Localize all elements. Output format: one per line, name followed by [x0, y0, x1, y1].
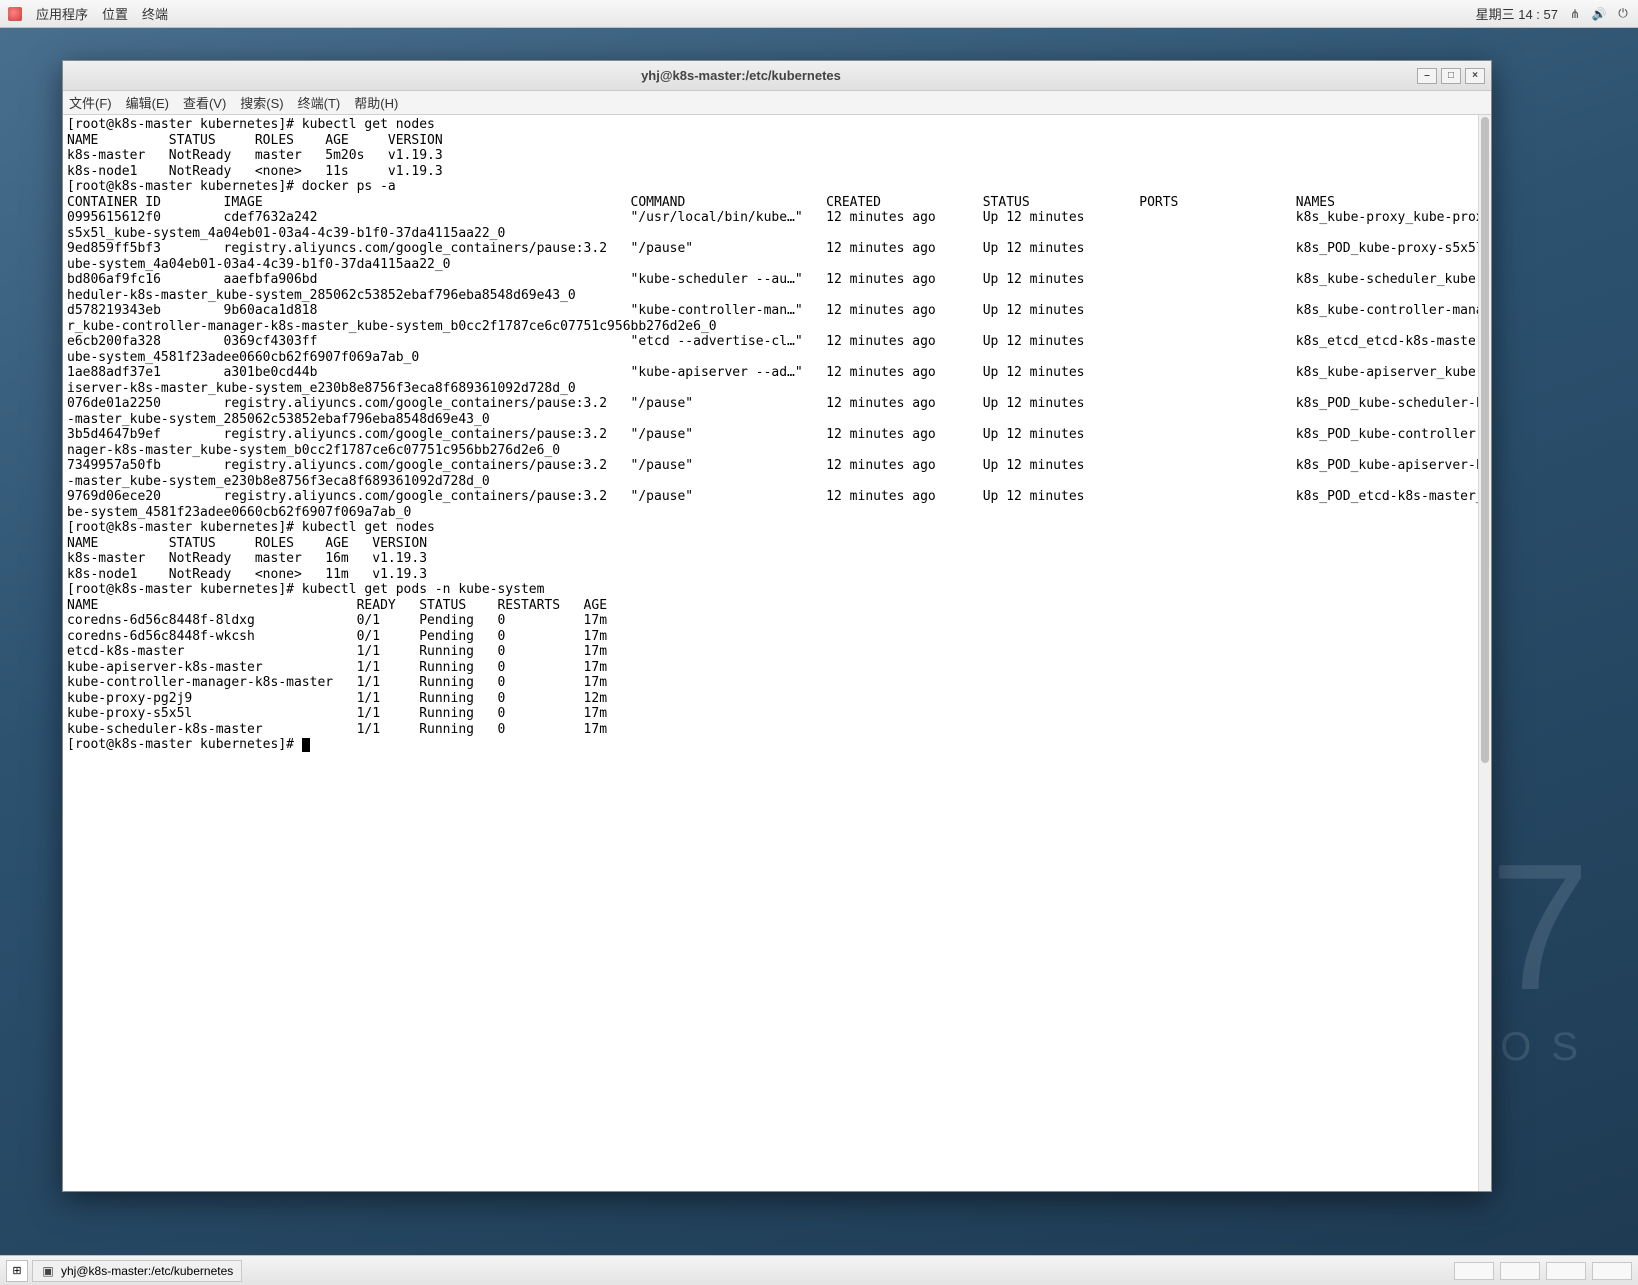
terminal-line: kube-proxy-s5x5l 1/1 Running 0 17m	[67, 706, 1487, 722]
terminal-line: iserver-k8s-master_kube-system_e230b8e87…	[67, 381, 1487, 397]
menubar: 文件(F) 编辑(E) 查看(V) 搜索(S) 终端(T) 帮助(H)	[63, 91, 1491, 115]
terminal-line: 9769d06ece20 registry.aliyuncs.com/googl…	[67, 489, 1487, 505]
terminal-icon: ▣	[41, 1264, 55, 1278]
terminal-line: 9ed859ff5bf3 registry.aliyuncs.com/googl…	[67, 241, 1487, 257]
terminal-line: -master_kube-system_e230b8e8756f3eca8f68…	[67, 474, 1487, 490]
menu-places[interactable]: 位置	[102, 4, 128, 23]
activities-icon[interactable]	[8, 7, 22, 21]
terminal-line: be-system_4581f23adee0660cb62f6907f069a7…	[67, 505, 1487, 521]
terminal-body[interactable]: [root@k8s-master kubernetes]# kubectl ge…	[63, 115, 1491, 1191]
terminal-line: [root@k8s-master kubernetes]# kubectl ge…	[67, 582, 1487, 598]
terminal-line: NAME STATUS ROLES AGE VERSION	[67, 133, 1487, 149]
terminal-line: r_kube-controller-manager-k8s-master_kub…	[67, 319, 1487, 335]
clock[interactable]: 星期三 14 : 57	[1476, 4, 1558, 23]
terminal-line: heduler-k8s-master_kube-system_285062c53…	[67, 288, 1487, 304]
scrollbar[interactable]	[1478, 115, 1491, 1191]
terminal-line: kube-scheduler-k8s-master 1/1 Running 0 …	[67, 722, 1487, 738]
tray-box-2[interactable]	[1500, 1262, 1540, 1280]
terminal-line: NAME STATUS ROLES AGE VERSION	[67, 536, 1487, 552]
taskbar-item[interactable]: ▣ yhj@k8s-master:/etc/kubernetes	[32, 1260, 242, 1282]
task-label: yhj@k8s-master:/etc/kubernetes	[61, 1264, 233, 1278]
terminal-line: bd806af9fc16 aaefbfa906bd "kube-schedule…	[67, 272, 1487, 288]
terminal-line: 3b5d4647b9ef registry.aliyuncs.com/googl…	[67, 427, 1487, 443]
terminal-line: ube-system_4581f23adee0660cb62f6907f069a…	[67, 350, 1487, 366]
menu-terminal[interactable]: 终端(T)	[298, 93, 341, 112]
menu-applications[interactable]: 应用程序	[36, 4, 88, 23]
terminal-line: kube-apiserver-k8s-master 1/1 Running 0 …	[67, 660, 1487, 676]
close-button[interactable]: ×	[1465, 68, 1485, 84]
terminal-line: k8s-master NotReady master 16m v1.19.3	[67, 551, 1487, 567]
terminal-line: 076de01a2250 registry.aliyuncs.com/googl…	[67, 396, 1487, 412]
terminal-line: [root@k8s-master kubernetes]# docker ps …	[67, 179, 1487, 195]
menu-terminal[interactable]: 终端	[142, 4, 168, 23]
terminal-line: 1ae88adf37e1 a301be0cd44b "kube-apiserve…	[67, 365, 1487, 381]
terminal-line: k8s-master NotReady master 5m20s v1.19.3	[67, 148, 1487, 164]
tray-box-1[interactable]	[1454, 1262, 1494, 1280]
maximize-button[interactable]: □	[1441, 68, 1461, 84]
terminal-window: yhj@k8s-master:/etc/kubernetes – □ × 文件(…	[62, 60, 1492, 1192]
menu-edit[interactable]: 编辑(E)	[126, 93, 169, 112]
terminal-line: NAME READY STATUS RESTARTS AGE	[67, 598, 1487, 614]
tray-box-3[interactable]	[1546, 1262, 1586, 1280]
terminal-line: -master_kube-system_285062c53852ebaf796e…	[67, 412, 1487, 428]
terminal-line: ube-system_4a04eb01-03a4-4c39-b1f0-37da4…	[67, 257, 1487, 273]
menu-help[interactable]: 帮助(H)	[354, 93, 398, 112]
terminal-line: etcd-k8s-master 1/1 Running 0 17m	[67, 644, 1487, 660]
terminal-line: k8s-node1 NotReady <none> 11s v1.19.3	[67, 164, 1487, 180]
bottom-panel: ⊞ ▣ yhj@k8s-master:/etc/kubernetes	[0, 1255, 1638, 1285]
terminal-line: d578219343eb 9b60aca1d818 "kube-controll…	[67, 303, 1487, 319]
terminal-line: nager-k8s-master_kube-system_b0cc2f1787c…	[67, 443, 1487, 459]
minimize-button[interactable]: –	[1417, 68, 1437, 84]
terminal-line: [root@k8s-master kubernetes]# kubectl ge…	[67, 117, 1487, 133]
terminal-line: coredns-6d56c8448f-wkcsh 0/1 Pending 0 1…	[67, 629, 1487, 645]
terminal-line: kube-controller-manager-k8s-master 1/1 R…	[67, 675, 1487, 691]
menu-file[interactable]: 文件(F)	[69, 93, 112, 112]
terminal-line: e6cb200fa328 0369cf4303ff "etcd --advert…	[67, 334, 1487, 350]
terminal-line: [root@k8s-master kubernetes]# kubectl ge…	[67, 520, 1487, 536]
power-icon[interactable]: ⏻	[1616, 7, 1630, 21]
terminal-line: CONTAINER ID IMAGE COMMAND CREATED STATU…	[67, 195, 1487, 211]
terminal-line: s5x5l_kube-system_4a04eb01-03a4-4c39-b1f…	[67, 226, 1487, 242]
terminal-line: 0995615612f0 cdef7632a242 "/usr/local/bi…	[67, 210, 1487, 226]
workspace-switcher[interactable]: ⊞	[6, 1260, 28, 1282]
terminal-line: k8s-node1 NotReady <none> 11m v1.19.3	[67, 567, 1487, 583]
cursor	[302, 738, 310, 752]
terminal-line: [root@k8s-master kubernetes]#	[67, 737, 1487, 753]
network-icon[interactable]: ⋔	[1568, 7, 1582, 21]
titlebar[interactable]: yhj@k8s-master:/etc/kubernetes – □ ×	[63, 61, 1491, 91]
terminal-line: 7349957a50fb registry.aliyuncs.com/googl…	[67, 458, 1487, 474]
sound-icon[interactable]: 🔊	[1592, 7, 1606, 21]
menu-search[interactable]: 搜索(S)	[240, 93, 283, 112]
tray-box-4[interactable]	[1592, 1262, 1632, 1280]
terminal-line: kube-proxy-pg2j9 1/1 Running 0 12m	[67, 691, 1487, 707]
top-panel: 应用程序 位置 终端 星期三 14 : 57 ⋔ 🔊 ⏻	[0, 0, 1638, 28]
scrollbar-thumb[interactable]	[1481, 117, 1489, 763]
window-title: yhj@k8s-master:/etc/kubernetes	[69, 68, 1413, 83]
menu-view[interactable]: 查看(V)	[183, 93, 226, 112]
terminal-line: coredns-6d56c8448f-8ldxg 0/1 Pending 0 1…	[67, 613, 1487, 629]
